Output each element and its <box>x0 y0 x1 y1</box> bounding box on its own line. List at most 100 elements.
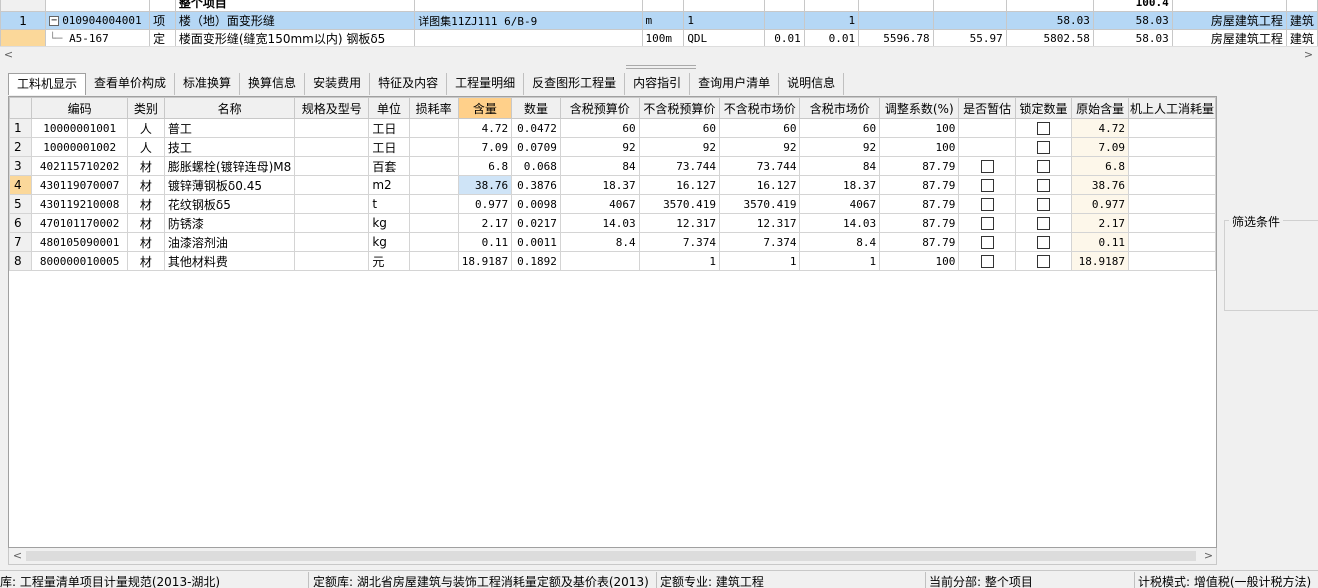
col-header-code[interactable]: 编码 <box>31 97 128 119</box>
resource-tax-budget-price[interactable]: 92 <box>559 137 640 157</box>
resource-row[interactable]: 5 430119210008 材花纹钢板δ5 t 0.977 0.0098 4067 3570… <box>9 194 1216 214</box>
resource-code[interactable]: 470101170002 <box>31 213 128 233</box>
resource-content[interactable]: 2.17 <box>457 213 513 233</box>
empty-row[interactable] <box>9 403 1216 423</box>
resource-row[interactable]: 1 10000001001 人普工 工日 4.72 0.0472 60 60 60 60 100 4.… <box>9 118 1216 138</box>
resource-spec[interactable] <box>294 194 370 214</box>
tab-query-user-list[interactable]: 查询用户清单 <box>690 73 780 95</box>
resource-unit[interactable]: 工日 <box>368 137 410 157</box>
resource-unit[interactable]: 百套 <box>368 156 410 176</box>
resource-content[interactable]: 0.11 <box>457 232 513 252</box>
resource-content[interactable]: 18.9187 <box>457 251 513 271</box>
bill-qty[interactable]: 1 <box>803 11 860 30</box>
resource-original-content[interactable]: 38.76 <box>1071 175 1130 195</box>
resource-notax-budget-price[interactable]: 12.317 <box>638 213 721 233</box>
is-estimate-checkbox[interactable] <box>980 179 994 192</box>
resource-code[interactable]: 402115710202 <box>31 156 128 176</box>
splitter-grip-icon[interactable] <box>626 65 696 69</box>
col-header-tax-budget-price[interactable]: 含税预算价 <box>559 97 640 119</box>
resource-loss-rate[interactable] <box>408 251 459 271</box>
resource-adjust-coef[interactable]: 100 <box>879 251 960 271</box>
bill-unit[interactable]: m <box>641 11 685 30</box>
resource-original-content[interactable]: 18.9187 <box>1071 251 1130 271</box>
empty-row[interactable] <box>9 441 1216 461</box>
resource-unit[interactable]: 元 <box>368 251 410 271</box>
resource-notax-budget-price[interactable]: 16.127 <box>638 175 721 195</box>
panel-splitter[interactable] <box>0 63 1318 70</box>
resource-row[interactable]: 2 10000001002 人技工 工日 7.09 0.0709 92 92 92 92 100 7.… <box>9 137 1216 157</box>
bill-profession[interactable]: 房屋建筑工程 <box>1171 11 1287 30</box>
lock-quantity-checkbox[interactable] <box>1037 198 1051 211</box>
empty-row[interactable] <box>9 479 1216 499</box>
lock-quantity-checkbox[interactable] <box>1037 236 1051 249</box>
lock-quantity-checkbox[interactable] <box>1037 179 1051 192</box>
top-grid-horizontal-scrollbar[interactable]: < > <box>0 46 1318 63</box>
resource-quantity[interactable]: 0.3876 <box>511 175 561 195</box>
quota-qty[interactable]: 0.01 <box>803 29 860 46</box>
col-header-loss-rate[interactable]: 损耗率 <box>408 97 459 119</box>
empty-row[interactable] <box>9 346 1216 366</box>
resource-spec[interactable] <box>294 175 370 195</box>
lock-quantity-checkbox[interactable] <box>1037 141 1051 154</box>
resource-adjust-coef[interactable]: 100 <box>879 118 960 138</box>
resource-unit[interactable]: kg <box>368 213 410 233</box>
resource-original-content[interactable]: 7.09 <box>1071 137 1130 157</box>
resource-category[interactable]: 材 <box>126 194 165 214</box>
resource-content[interactable]: 4.72 <box>457 118 513 138</box>
resource-quantity[interactable]: 0.1892 <box>511 251 561 271</box>
resource-original-content[interactable]: 0.11 <box>1071 232 1130 252</box>
resource-machine-labor[interactable] <box>1128 137 1216 157</box>
bill-row[interactable]: 1 −010904004001 项 楼（地）面变形缝 详图集11ZJ111 6/… <box>0 11 1318 30</box>
resource-original-content[interactable]: 0.977 <box>1071 194 1130 214</box>
resource-adjust-coef[interactable]: 87.79 <box>879 213 960 233</box>
lock-quantity-checkbox[interactable] <box>1037 160 1051 173</box>
resource-tax-market-price[interactable]: 84 <box>799 156 881 176</box>
resource-loss-rate[interactable] <box>408 213 459 233</box>
resource-notax-budget-price[interactable]: 7.374 <box>638 232 721 252</box>
resource-loss-rate[interactable] <box>408 137 459 157</box>
resource-tax-budget-price[interactable]: 18.37 <box>559 175 640 195</box>
resource-adjust-coef[interactable]: 87.79 <box>879 156 960 176</box>
resource-category[interactable]: 材 <box>126 251 165 271</box>
lock-quantity-checkbox[interactable] <box>1037 122 1051 135</box>
resource-spec[interactable] <box>294 251 370 271</box>
resource-notax-market-price[interactable]: 3570.419 <box>719 194 801 214</box>
collapse-icon[interactable]: − <box>49 16 60 26</box>
bill-name[interactable]: 楼（地）面变形缝 <box>174 11 416 30</box>
lock-quantity-checkbox[interactable] <box>1037 255 1051 268</box>
resource-adjust-coef[interactable]: 87.79 <box>879 194 960 214</box>
bill-code-cell[interactable]: −010904004001 <box>45 11 151 30</box>
scroll-left-icon[interactable]: < <box>1 48 16 63</box>
resource-category[interactable]: 材 <box>126 213 165 233</box>
resource-machine-labor[interactable] <box>1128 232 1216 252</box>
empty-row[interactable] <box>9 365 1216 385</box>
lock-quantity-checkbox[interactable] <box>1037 217 1051 230</box>
col-header-category[interactable]: 类别 <box>126 97 165 119</box>
col-header-lock-quantity[interactable]: 锁定数量 <box>1014 97 1073 119</box>
resource-tax-budget-price[interactable] <box>559 251 640 271</box>
tab-content-guide[interactable]: 内容指引 <box>625 73 691 95</box>
resource-category[interactable]: 人 <box>126 137 165 157</box>
resource-quantity[interactable]: 0.0217 <box>511 213 561 233</box>
resource-code[interactable]: 10000001001 <box>31 118 128 138</box>
col-header-tax-market-price[interactable]: 含税市场价 <box>799 97 881 119</box>
resource-tax-market-price[interactable]: 1 <box>799 251 881 271</box>
quota-unit[interactable]: 100m <box>641 29 685 46</box>
resource-original-content[interactable]: 6.8 <box>1071 156 1130 176</box>
bill-spec[interactable]: 详图集11ZJ111 6/B-9 <box>414 11 643 30</box>
resource-tax-budget-price[interactable]: 84 <box>559 156 640 176</box>
scroll-right-icon[interactable]: > <box>1201 549 1216 564</box>
resource-code[interactable]: 480105090001 <box>31 232 128 252</box>
resource-category[interactable]: 材 <box>126 175 165 195</box>
resource-spec[interactable] <box>294 213 370 233</box>
resource-tax-market-price[interactable]: 14.03 <box>799 213 881 233</box>
resource-tax-budget-price[interactable]: 4067 <box>559 194 640 214</box>
resource-content[interactable]: 38.76 <box>457 175 513 195</box>
scroll-left-icon[interactable]: < <box>10 549 25 564</box>
col-header-is-estimate[interactable]: 是否暂估 <box>958 97 1016 119</box>
tab-install-fees[interactable]: 安装费用 <box>305 73 371 95</box>
is-estimate-checkbox[interactable] <box>980 255 994 268</box>
resource-quantity[interactable]: 0.068 <box>511 156 561 176</box>
empty-row[interactable] <box>9 422 1216 442</box>
bill-qty-expr[interactable]: 1 <box>683 11 765 30</box>
